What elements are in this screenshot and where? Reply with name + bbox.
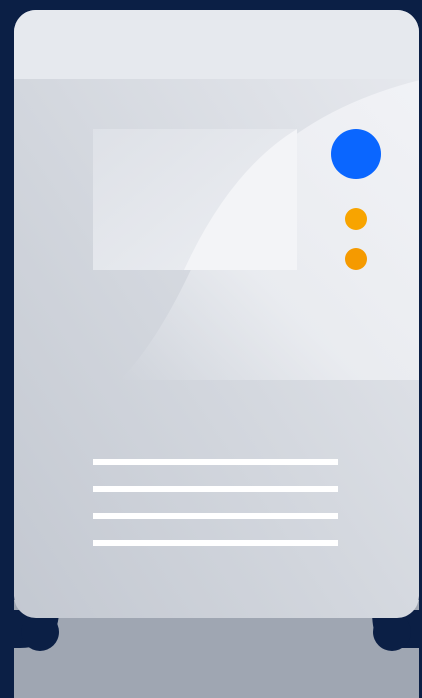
server-illustration (0, 0, 422, 698)
server-tower-icon (0, 10, 422, 698)
vent-line-4 (93, 540, 338, 546)
display-panel (93, 129, 297, 270)
vent-line-3 (93, 513, 338, 519)
server-case (14, 10, 419, 618)
vent-line-1 (93, 459, 338, 465)
status-led-1 (345, 208, 367, 230)
power-led (331, 129, 381, 179)
vent-line-2 (93, 486, 338, 492)
status-led-2 (345, 248, 367, 270)
